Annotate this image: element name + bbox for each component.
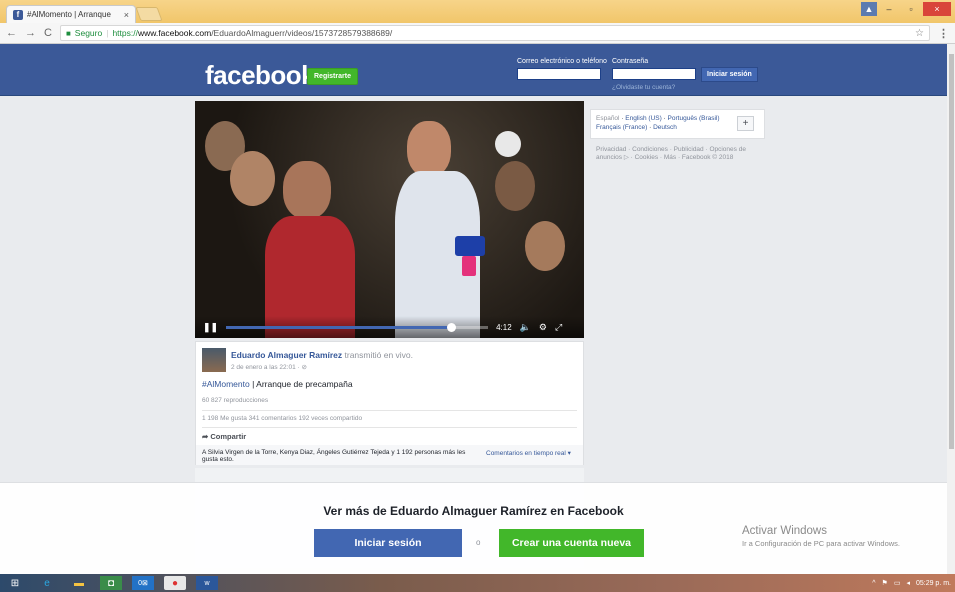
login-prompt-bar: Ver más de Eduardo Almaguer Ramírez en F… xyxy=(0,482,947,574)
user-profile-icon[interactable]: ▲ xyxy=(861,2,877,16)
facebook-logo[interactable]: facebook xyxy=(205,60,316,91)
share-button[interactable]: ➦ Compartir xyxy=(202,432,246,441)
post-stats[interactable]: 1 198 Me gusta 341 comentarios 192 veces… xyxy=(202,415,362,422)
language-box: Español · English (US) · Português (Bras… xyxy=(590,109,765,139)
windows-taskbar: ⊞ e ▬ ◘ 0⊠ ● w ^ ⚑ ▭ ◂ 05:29 p. m. xyxy=(0,574,955,592)
speaker-icon[interactable]: ◂ xyxy=(906,579,910,587)
facebook-header: facebook Registrarte Correo electrónico … xyxy=(0,44,947,96)
post-text: #AlMomento | Arranque de precampaña xyxy=(202,379,353,389)
fullscreen-icon[interactable]: ⤢ xyxy=(555,322,562,333)
network-icon[interactable]: ▭ xyxy=(894,579,901,587)
outlook-icon[interactable]: 0⊠ xyxy=(132,576,154,590)
new-tab-button[interactable] xyxy=(135,7,163,21)
secure-label: Seguro xyxy=(74,28,103,38)
avatar[interactable] xyxy=(202,348,226,372)
email-field[interactable] xyxy=(517,68,601,80)
man-with-microphone xyxy=(395,121,480,338)
progress-handle[interactable] xyxy=(447,322,457,332)
realtime-comments-dropdown[interactable]: Comentarios en tiempo real ▾ xyxy=(486,449,571,457)
tab-title: #AlMomento | Arranque xyxy=(27,10,111,19)
settings-gear-icon[interactable]: ⚙ xyxy=(539,322,547,333)
tray-chevron-icon[interactable]: ^ xyxy=(872,580,875,587)
lang-link[interactable]: Français (France) xyxy=(596,124,647,131)
lang-link[interactable]: English (US) xyxy=(625,115,661,122)
man-red-vest xyxy=(265,161,355,338)
system-tray: ^ ⚑ ▭ ◂ 05:29 p. m. xyxy=(872,579,951,588)
divider xyxy=(202,410,577,411)
post-timestamp[interactable]: 2 de enero a las 22:01 · ⊘ xyxy=(231,363,307,371)
divider xyxy=(202,427,577,428)
clock[interactable]: 05:29 p. m. xyxy=(916,580,951,587)
scrollbar-thumb[interactable] xyxy=(949,54,954,449)
browser-tab[interactable]: f #AlMomento | Arranque × xyxy=(6,5,136,23)
lang-link[interactable]: Português (Brasil) xyxy=(668,115,720,122)
hashtag-link[interactable]: #AlMomento xyxy=(202,379,250,389)
pause-icon[interactable]: ❚❚ xyxy=(203,322,218,333)
author-name[interactable]: Eduardo Almaguer Ramírez xyxy=(231,350,342,360)
reload-icon[interactable]: C xyxy=(44,27,52,39)
news-microphone xyxy=(455,236,485,256)
footer-links[interactable]: Privacidad · Condiciones · Publicidad · … xyxy=(596,146,746,162)
address-toolbar: ← → C ■ Seguro | https://www.facebook.co… xyxy=(0,23,955,44)
register-button[interactable]: Registrarte xyxy=(307,68,358,85)
volume-icon[interactable]: 🔈 xyxy=(520,322,531,333)
video-time: 4:12 xyxy=(496,322,512,332)
or-label: o xyxy=(476,538,481,547)
windows-start-icon[interactable]: ⊞ xyxy=(4,576,26,590)
post-author-line: Eduardo Almaguer Ramírez transmitió en v… xyxy=(231,350,413,360)
login-button[interactable]: Iniciar sesión xyxy=(314,529,462,557)
close-window-button[interactable]: × xyxy=(923,2,951,16)
word-icon[interactable]: w xyxy=(196,576,218,590)
crowd-face xyxy=(525,221,565,271)
forward-arrow-icon[interactable]: → xyxy=(25,27,36,39)
activate-windows-watermark: Activar Windows Ir a Configuración de PC… xyxy=(742,525,900,548)
url-bar[interactable]: ■ Seguro | https://www.facebook.com/Edua… xyxy=(59,25,930,41)
tray-flag-icon[interactable]: ⚑ xyxy=(882,579,888,587)
more-languages-button[interactable]: + xyxy=(737,116,754,131)
video-player[interactable]: ❚❚ 4:12 🔈 ⚙ ⤢ xyxy=(195,101,584,338)
header-login-button[interactable]: Iniciar sesión xyxy=(701,67,758,82)
current-language: Español xyxy=(596,115,620,122)
file-explorer-icon[interactable]: ▬ xyxy=(68,576,90,590)
minimize-button[interactable]: – xyxy=(879,2,899,16)
url-text: https://www.facebook.com/EduardoAlmaguer… xyxy=(112,28,393,38)
prompt-title: Ver más de Eduardo Almaguer Ramírez en F… xyxy=(323,504,624,518)
likes-summary: A Silvia Virgen de la Torre, Kenya Diaz,… xyxy=(196,445,583,465)
back-arrow-icon[interactable]: ← xyxy=(6,27,17,39)
news-microphone xyxy=(462,256,476,276)
internet-explorer-icon[interactable]: e xyxy=(36,576,58,590)
maximize-button[interactable]: ▫ xyxy=(901,2,921,16)
progress-fill xyxy=(226,325,452,329)
video-progress-bar[interactable] xyxy=(226,322,489,332)
crowd-face xyxy=(495,161,535,211)
likes-text[interactable]: A Silvia Virgen de la Torre, Kenya Diaz,… xyxy=(202,449,482,463)
browser-menu-icon[interactable]: ⋮ xyxy=(938,27,949,40)
tab-close-icon[interactable]: × xyxy=(124,10,129,20)
facebook-favicon-icon: f xyxy=(13,9,23,20)
view-count: 60 827 reproducciones xyxy=(202,397,269,404)
create-account-button[interactable]: Crear una cuenta nueva xyxy=(499,529,644,557)
lang-link[interactable]: Deutsch xyxy=(653,124,677,131)
video-controls: ❚❚ 4:12 🔈 ⚙ ⤢ xyxy=(195,316,584,338)
balloon xyxy=(495,131,521,157)
window-controls: ▲ – ▫ × xyxy=(861,2,951,16)
lock-icon: ■ xyxy=(65,28,71,38)
forgot-account-link[interactable]: ¿Olvidaste tu cuenta? xyxy=(612,84,675,91)
post-action: transmitió en vivo. xyxy=(342,350,414,360)
password-label: Contraseña xyxy=(612,58,649,65)
email-label: Correo electrónico o teléfono xyxy=(517,58,607,65)
bookmark-star-icon[interactable]: ☆ xyxy=(915,28,924,39)
url-separator: | xyxy=(106,28,109,38)
chrome-icon[interactable]: ● xyxy=(164,576,186,590)
browser-titlebar: f #AlMomento | Arranque × ▲ – ▫ × xyxy=(0,0,955,23)
password-field[interactable] xyxy=(612,68,696,80)
store-icon[interactable]: ◘ xyxy=(100,576,122,590)
post-card: Eduardo Almaguer Ramírez transmitió en v… xyxy=(195,341,584,465)
